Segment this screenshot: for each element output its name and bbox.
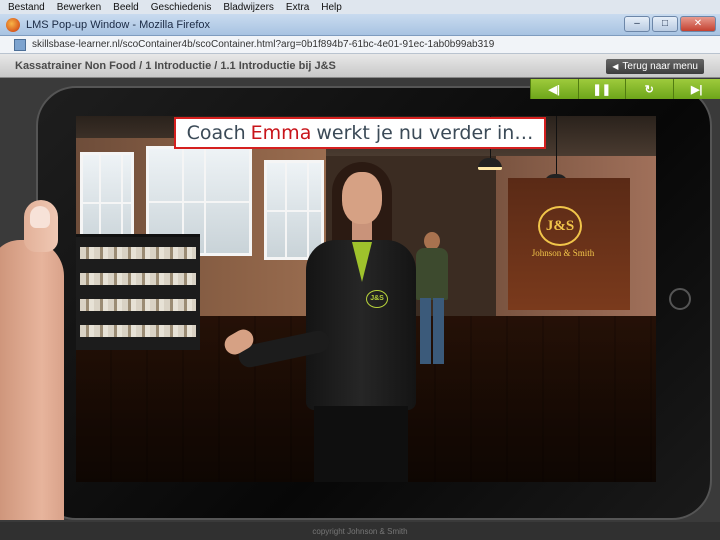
page-icon bbox=[14, 38, 26, 51]
triangle-left-icon: ◀ bbox=[612, 62, 619, 71]
course-header: Kassatrainer Non Food / 1 Introductie / … bbox=[0, 54, 720, 78]
pendant-lamp bbox=[478, 158, 502, 170]
menu-item-bladwijzers[interactable]: Bladwijzers bbox=[217, 2, 280, 13]
window-controls: – □ ✕ bbox=[624, 16, 716, 32]
next-button[interactable]: ▶| bbox=[672, 79, 720, 99]
rewind-button[interactable]: ◀| bbox=[530, 79, 578, 99]
app-root: Bestand Bewerken Beeld Geschiedenis Blad… bbox=[0, 0, 720, 540]
firefox-icon bbox=[6, 17, 20, 32]
lamp-cord bbox=[556, 116, 557, 174]
address-bar: skillsbase-learner.nl/scoContainer4b/sco… bbox=[0, 36, 720, 54]
caption-highlight: Emma bbox=[250, 122, 312, 144]
thumbnail bbox=[30, 206, 50, 228]
back-to-menu-label: Terug naar menu bbox=[622, 61, 698, 72]
coach-face bbox=[342, 172, 382, 224]
minimize-button[interactable]: – bbox=[624, 16, 650, 32]
menu-item-bewerken[interactable]: Bewerken bbox=[51, 2, 107, 13]
menu-item-geschiedenis[interactable]: Geschiedenis bbox=[145, 2, 218, 13]
menu-item-beeld[interactable]: Beeld bbox=[107, 2, 145, 13]
brand-name: Johnson & Smith bbox=[531, 248, 595, 258]
breadcrumb: Kassatrainer Non Food / 1 Introductie / … bbox=[15, 59, 336, 72]
tablet-home-button bbox=[669, 288, 691, 310]
shelf-row bbox=[80, 299, 196, 311]
close-button[interactable]: ✕ bbox=[680, 16, 716, 32]
menu-item-extra[interactable]: Extra bbox=[280, 2, 315, 13]
coach-pants bbox=[314, 406, 408, 482]
shirt-emblem: J&S bbox=[366, 290, 388, 308]
menu-item-bestand[interactable]: Bestand bbox=[0, 2, 51, 13]
pause-button[interactable]: ❚❚ bbox=[577, 79, 625, 99]
copyright-text: copyright Johnson & Smith bbox=[312, 526, 408, 536]
holding-hand bbox=[0, 200, 70, 520]
product-shelf bbox=[76, 234, 200, 350]
caption-prefix: Coach bbox=[186, 122, 246, 144]
shelf-row bbox=[80, 273, 196, 285]
caption-suffix: werkt je nu verder in… bbox=[316, 122, 534, 144]
palm bbox=[0, 240, 64, 520]
shelf-row bbox=[80, 247, 196, 259]
back-to-menu-button[interactable]: ◀ Terug naar menu bbox=[606, 59, 704, 74]
caption-box: Coach Emma werkt je nu verder in… bbox=[174, 117, 546, 149]
menu-item-help[interactable]: Help bbox=[315, 2, 348, 13]
js-logo: J&S bbox=[538, 206, 582, 246]
menu-bar: Bestand Bewerken Beeld Geschiedenis Blad… bbox=[0, 0, 720, 14]
replay-button[interactable]: ↻ bbox=[625, 79, 673, 99]
window-title: LMS Pop-up Window - Mozilla Firefox bbox=[26, 18, 211, 31]
player-controls: ◀| ❚❚ ↻ ▶| bbox=[530, 79, 720, 99]
maximize-button[interactable]: □ bbox=[652, 16, 678, 32]
popup-title-bar[interactable]: LMS Pop-up Window - Mozilla Firefox – □ … bbox=[0, 14, 720, 36]
url-field[interactable]: skillsbase-learner.nl/scoContainer4b/sco… bbox=[32, 39, 672, 50]
coach-emma: J&S bbox=[221, 162, 446, 482]
shelf-row bbox=[80, 325, 196, 337]
footer: copyright Johnson & Smith bbox=[0, 522, 720, 540]
video-screen[interactable]: J&S Johnson & Smith J&S bbox=[76, 116, 656, 482]
